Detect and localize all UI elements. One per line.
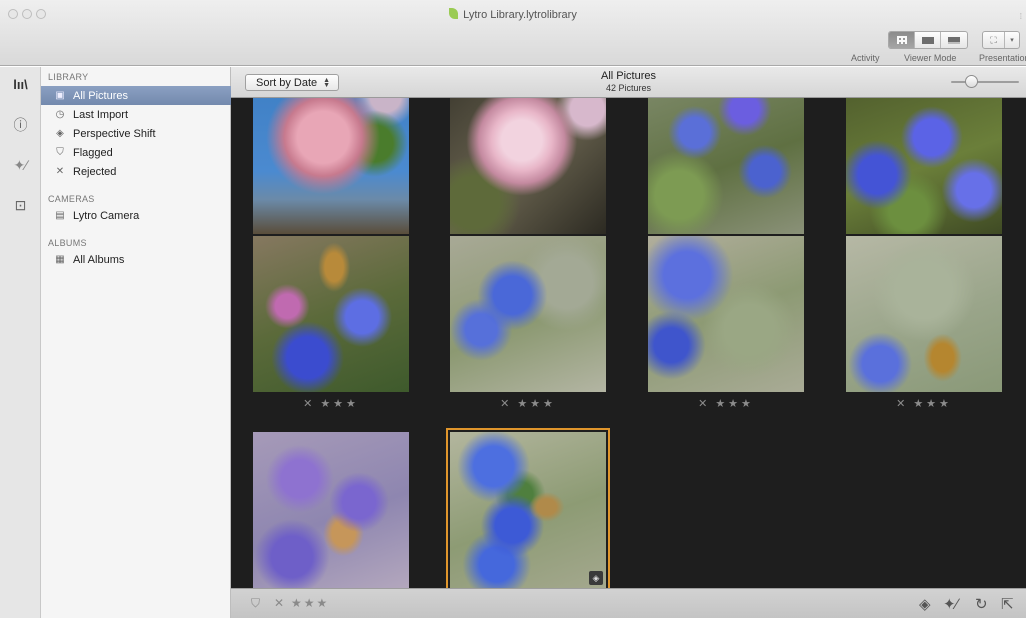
reject-mark[interactable]: ✕ — [500, 398, 517, 410]
thumbnail-rating[interactable]: ✕★★★ — [846, 397, 1002, 410]
sidebar-item-last-import[interactable]: ◷ Last Import — [41, 105, 231, 124]
living-picture-badge-icon: ◈ — [589, 571, 603, 585]
photo-thumbnail[interactable] — [450, 236, 606, 392]
viewer-mode-label: Viewer Mode — [904, 53, 957, 63]
window-titlebar: Lytro Library.lytrolibrary ⁞ ⛶ ▾ Activit… — [0, 0, 1026, 66]
sidebar-item-all-albums[interactable]: ▦ All Albums — [41, 250, 231, 269]
reject-button[interactable]: ✕ — [274, 596, 284, 610]
sidebar-item-lytro-camera[interactable]: ▤ Lytro Camera — [41, 206, 231, 225]
picture-count: 42 Pictures — [605, 83, 652, 93]
sidebar-item-label: All Albums — [73, 253, 125, 266]
grid-icon — [896, 36, 907, 44]
icon-rail: lıı\ ⓘ ✦∕ ⊡ — [0, 67, 41, 618]
thumbnail-rating[interactable]: ✕★★★ — [253, 397, 409, 410]
bottom-action-bar: ⛉ ✕ ★★★ ◈ ✦∕ ↻ ⇱ — [231, 588, 1026, 618]
presentation-menu-button[interactable]: ▾ — [1005, 32, 1019, 48]
photo-thumbnail[interactable]: ◈ — [446, 428, 610, 588]
albums-grid-icon: ▦ — [55, 254, 65, 265]
sidebar-item-rejected[interactable]: ✕ Rejected — [41, 162, 231, 181]
star-rating[interactable]: ★★★ — [517, 398, 556, 410]
viewer-header: Sort by Date ▲ ▼ All Pictures 42 Pictures — [231, 67, 1026, 98]
thumbnail-rating[interactable]: ✕★★★ — [648, 397, 804, 410]
library-icon[interactable]: lıı\ — [0, 77, 41, 92]
fullscreen-icon: ⛶ — [990, 34, 997, 45]
library-file-icon — [449, 8, 459, 19]
star-rating[interactable]: ★★★ — [320, 398, 359, 410]
thumbnail-grid: ✕★★★✕★★★✕★★★✕★★★✕★★★✕★★★✕★★★✕★★★◈ — [231, 98, 1026, 588]
window-title: Lytro Library.lytrolibrary — [463, 9, 577, 21]
star-rating[interactable]: ★★★ — [715, 398, 754, 410]
flag-icon[interactable]: ⛉ — [251, 596, 260, 611]
photo-thumbnail[interactable] — [648, 98, 804, 234]
thumbnail-rating[interactable]: ✕★★★ — [450, 397, 606, 410]
presentation-button[interactable]: ⛶ — [983, 32, 1005, 48]
filmstrip-icon — [921, 36, 934, 44]
chevron-down-icon: ▾ — [1010, 37, 1014, 44]
adjust-magic-icon[interactable]: ✦∕ — [0, 157, 41, 174]
grid-view-button[interactable] — [889, 32, 915, 48]
sidebar-item-all-pictures[interactable]: ▣ All Pictures — [41, 86, 231, 105]
star-rating[interactable]: ★★★ — [291, 596, 329, 610]
photo-thumbnail[interactable] — [253, 98, 409, 234]
sidebar-item-label: Flagged — [73, 146, 113, 159]
slideshow-icon[interactable]: ⊡ — [0, 197, 41, 214]
perspective-shift-icon[interactable]: ◈ — [919, 595, 931, 613]
photo-thumbnail[interactable] — [846, 98, 1002, 234]
star-rating[interactable]: ★★★ — [913, 398, 952, 410]
viewer-title: All Pictures — [600, 70, 657, 82]
flag-icon: ⛉ — [56, 147, 64, 158]
sidebar-item-perspective-shift[interactable]: ◈ Perspective Shift — [41, 124, 231, 143]
photo-icon: ▣ — [55, 90, 65, 101]
info-icon[interactable]: ⓘ — [0, 115, 41, 135]
sidebar-item-flagged[interactable]: ⛉ Flagged — [41, 143, 231, 162]
library-section-title: LIBRARY — [48, 72, 89, 82]
activity-label[interactable]: Activity — [851, 53, 880, 63]
x-icon: ✕ — [55, 166, 65, 177]
sidebar-item-label: Perspective Shift — [73, 127, 156, 140]
single-view-button[interactable] — [941, 32, 967, 48]
reject-mark[interactable]: ✕ — [698, 398, 715, 410]
sidebar-item-label: Lytro Camera — [73, 209, 140, 222]
sidebar-item-label: Last Import — [73, 108, 129, 121]
perspective-icon: ◈ — [56, 128, 64, 139]
filmstrip-view-button[interactable] — [915, 32, 941, 48]
window-title-wrap: Lytro Library.lytrolibrary — [0, 8, 1026, 21]
single-view-icon — [948, 36, 960, 44]
thumbnail-size-slider[interactable] — [951, 81, 1019, 83]
source-list-sidebar: LIBRARY ▣ All Pictures ◷ Last Import ◈ Pers… — [41, 67, 231, 618]
clock-icon: ◷ — [55, 109, 65, 120]
presentation-control: ⛶ ▾ — [982, 31, 1020, 49]
presentation-label: Presentation — [979, 53, 1026, 63]
photo-thumbnail[interactable] — [253, 236, 409, 392]
sidebar-item-label: All Pictures — [73, 89, 129, 102]
photo-thumbnail[interactable] — [450, 98, 606, 234]
photo-thumbnail[interactable] — [648, 236, 804, 392]
reject-mark[interactable]: ✕ — [303, 398, 320, 410]
reject-mark[interactable]: ✕ — [896, 398, 913, 410]
photo-thumbnail[interactable] — [846, 236, 1002, 392]
toolbar-toggle-icon[interactable]: ⁞ — [1020, 12, 1022, 21]
sidebar-item-label: Rejected — [73, 165, 117, 178]
adjust-magic-icon[interactable]: ✦∕ — [943, 595, 958, 613]
share-icon[interactable]: ⇱ — [1001, 595, 1014, 613]
rotate-icon[interactable]: ↻ — [975, 595, 988, 613]
photo-thumbnail[interactable] — [253, 432, 409, 588]
albums-section-title: ALBUMS — [48, 238, 87, 248]
cameras-section-title: CAMERAS — [48, 194, 95, 204]
camera-icon: ▤ — [55, 210, 65, 221]
viewer-mode-segmented-control — [888, 31, 968, 49]
